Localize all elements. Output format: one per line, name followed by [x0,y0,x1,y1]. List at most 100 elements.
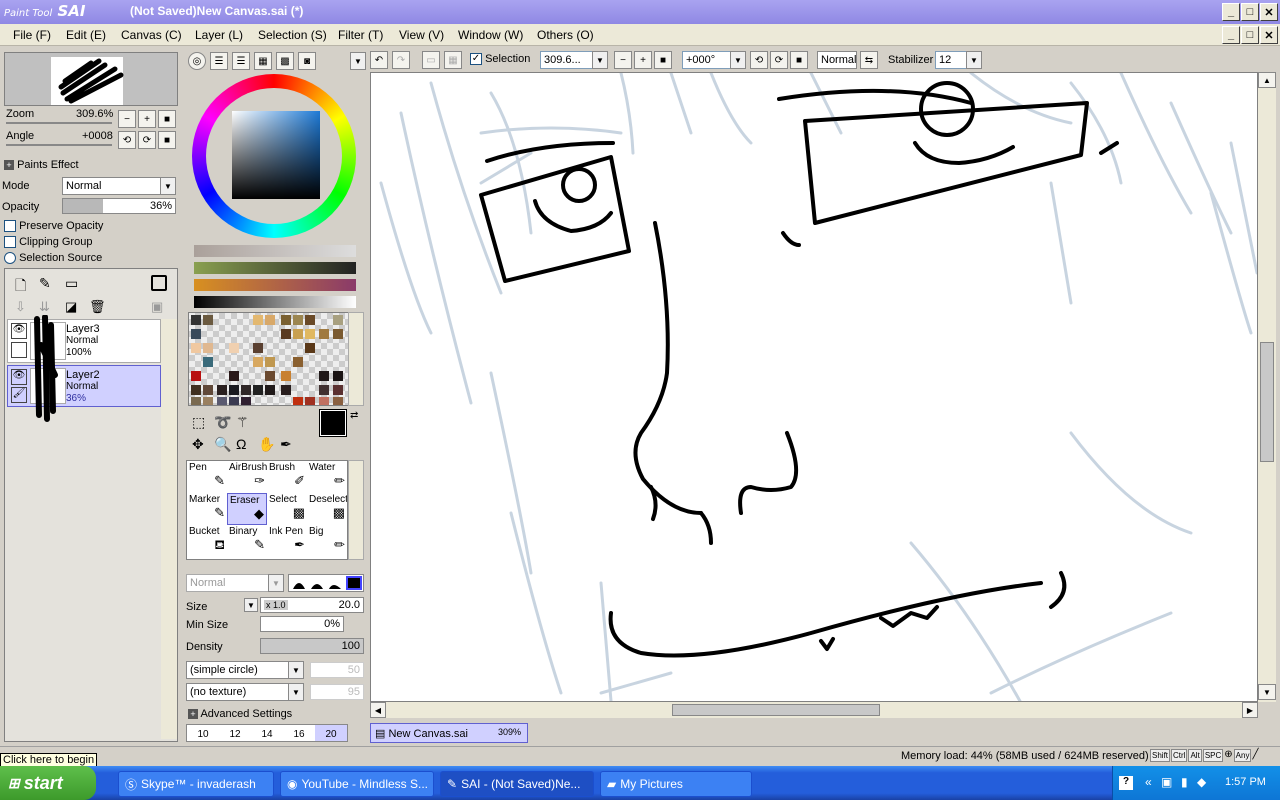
chevron-left-icon[interactable]: « [1145,775,1152,789]
selection-source-option[interactable]: Selection Source [4,252,102,265]
task-skype[interactable]: Ⓢ Skype™ - invaderash [118,771,274,797]
lasso-icon[interactable]: ➰ [214,414,231,431]
canvas-horizontal-scrollbar[interactable]: ◀ ▶ [370,702,1258,718]
rotate-left-button[interactable]: ⟲ [750,51,768,69]
brush-edge-presets[interactable] [288,574,364,592]
clipping-group-option[interactable]: Clipping Group [4,236,92,249]
zoom-icon[interactable]: 🔍 [214,436,231,453]
menu-canvas[interactable]: Canvas (C) [121,28,182,42]
size-preset-selected[interactable]: 20 [315,725,347,741]
tool-select[interactable]: Select ▩ [267,493,307,525]
brush-texture-dropdown[interactable]: ▼ [288,683,304,701]
hand-icon[interactable]: ✋ [258,436,275,453]
zoom-dropdown[interactable]: ▼ [592,51,608,69]
new-folder-icon[interactable]: ▭ [65,275,78,292]
size-preset[interactable]: 14 [251,725,283,741]
rect-select-icon[interactable]: ⬚ [192,414,205,431]
size-mult-dropdown[interactable]: ▼ [244,598,258,612]
scratchpad-tab[interactable]: ◙ [298,52,316,70]
tool-bucket[interactable]: Bucket ⛾ [187,525,227,557]
slider-1[interactable] [194,245,356,257]
swatch-tab[interactable]: ▩ [276,52,294,70]
rgb-slider-tab[interactable]: ☰ [210,52,228,70]
tool-pen[interactable]: Pen ✎ [187,461,227,493]
stabilizer-dropdown[interactable]: ▼ [966,51,982,69]
slider-2[interactable] [194,262,356,274]
brush-shape-field[interactable]: (simple circle) [186,661,290,679]
merge-down-icon[interactable]: ⇊ [39,299,50,315]
brush-texture-field[interactable]: (no texture) [186,683,290,701]
menu-file[interactable]: File (F) [13,28,51,42]
tool-big[interactable]: Big ✏ [307,525,347,557]
lock-toggle[interactable] [11,342,27,358]
menu-filter[interactable]: Filter (T) [338,28,383,42]
clipping-group-checkbox[interactable] [4,236,16,249]
eyedropper-icon[interactable]: ✒ [280,436,292,453]
menu-others[interactable]: Others (O) [537,28,594,42]
nav-zoom-slider[interactable] [6,122,112,124]
nav-rotate-reset-button[interactable]: ■ [158,131,176,149]
stabilizer-field[interactable]: 12 [935,51,967,69]
transfer-down-icon[interactable]: ⇩ [15,299,26,315]
selection-source-radio[interactable] [4,252,16,265]
color-mixer-tab[interactable]: ▦ [254,52,272,70]
nav-zoom-out-button[interactable]: − [118,110,136,128]
scroll-left-arrow-icon[interactable]: ◀ [370,702,386,718]
minimize-button[interactable]: _ [1222,3,1240,21]
angle-dropdown[interactable]: ▼ [730,51,746,69]
rotate-right-button[interactable]: ⟳ [770,51,788,69]
menu-edit[interactable]: Edit (E) [66,28,106,42]
swatch-scrollbar[interactable] [348,312,364,406]
undo-button[interactable]: ↶ [370,51,388,69]
task-sai[interactable]: ✎ SAI - (Not Saved)Ne... [440,771,594,797]
nav-angle-slider[interactable] [6,144,112,146]
nav-rotate-left-button[interactable]: ⟲ [118,131,136,149]
start-button[interactable]: ⊞ start [0,766,96,800]
brush-icon[interactable]: 🖌 [11,387,27,403]
invert-selection-button[interactable]: ▦ [444,51,462,69]
swatch-grid[interactable] [188,312,350,406]
close-button[interactable]: ✕ [1260,3,1278,21]
slider-4[interactable] [194,296,356,308]
density-slider[interactable]: 100 [260,638,364,654]
maximize-button[interactable]: □ [1241,3,1259,21]
magic-wand-icon[interactable]: ⚚ [236,414,249,431]
menu-selection[interactable]: Selection (S) [258,28,327,42]
zoom-field[interactable]: 309.6... [540,51,594,69]
brush-shape-dropdown[interactable]: ▼ [288,661,304,679]
primary-color[interactable] [319,409,347,437]
eye-icon[interactable]: 👁 [11,369,27,385]
scroll-down-arrow-icon[interactable]: ▼ [1258,684,1276,700]
zoom-out-button[interactable]: − [614,51,632,69]
preserve-opacity-option[interactable]: Preserve Opacity [4,220,103,233]
help-icon[interactable]: ? [1119,776,1133,790]
tool-marker[interactable]: Marker ✎ [187,493,227,525]
tool-water[interactable]: Water ✏ [307,461,347,493]
new-layer-icon[interactable]: 🗋 [15,275,26,299]
rotate-reset-button[interactable]: ■ [790,51,808,69]
tool-eraser[interactable]: Eraser ◆ [227,493,267,525]
size-slider[interactable]: x 1.0 20.0 [260,597,364,613]
color-wheel-tab[interactable]: ◎ [188,52,206,70]
navigator-preview[interactable] [4,52,178,106]
texture-strength[interactable]: 95 [310,684,364,700]
deselect-button[interactable]: ▭ [422,51,440,69]
network-icon[interactable]: ▣ [1161,775,1172,789]
task-youtube[interactable]: ◉ YouTube - Mindless S... [280,771,434,797]
shape-strength[interactable]: 50 [310,662,364,678]
paints-effect-header[interactable]: + Paints Effect [4,159,79,171]
selection-toggle[interactable]: ✓ Selection [470,53,530,66]
rotate-icon[interactable]: Ω [236,436,246,452]
zoom-reset-button[interactable]: ■ [654,51,672,69]
tool-deselect[interactable]: Deselect ▩ [307,493,347,525]
apply-mask-icon[interactable]: ▣ [151,299,163,315]
redo-button[interactable]: ↷ [392,51,410,69]
layer-mask-icon[interactable] [151,275,167,291]
new-vector-layer-icon[interactable]: ✎ [39,275,51,292]
saturation-value-square[interactable] [232,111,320,199]
size-preset[interactable]: 16 [283,725,315,741]
zoom-in-button[interactable]: + [634,51,652,69]
scroll-right-arrow-icon[interactable]: ▶ [1242,702,1258,718]
size-preset[interactable]: 12 [219,725,251,741]
size-preset[interactable]: 10 [187,725,219,741]
